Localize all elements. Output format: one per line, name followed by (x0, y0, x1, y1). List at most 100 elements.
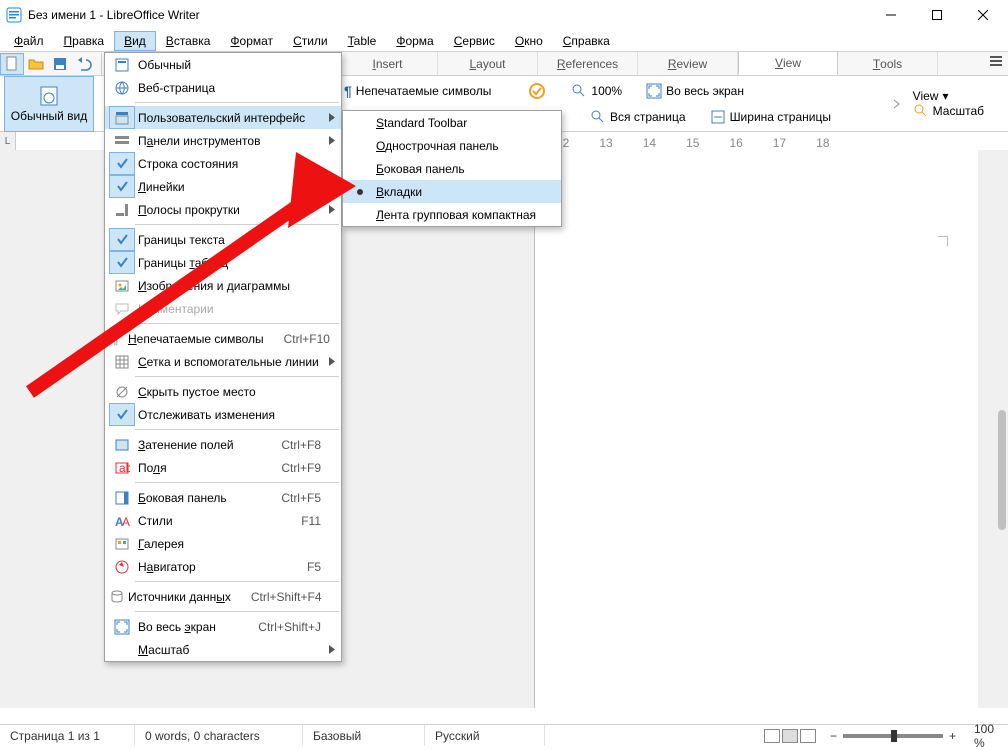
scrollbar-thumb[interactable] (998, 410, 1006, 530)
scale-button[interactable]: Масштаб (907, 103, 990, 119)
menuitem-линейки[interactable]: Линейки (105, 175, 341, 198)
ribbon-chevron-icon[interactable] (892, 76, 902, 132)
qat-save-button[interactable] (48, 53, 72, 75)
submenu-arrow-icon (329, 113, 335, 122)
normal-icon (114, 57, 130, 73)
submenu-arrow-icon (329, 136, 335, 145)
menu-table[interactable]: Table (338, 31, 387, 51)
tab-tools[interactable]: Tools (838, 52, 938, 75)
menuitem-во-весь-экран[interactable]: Во весь экранCtrl+Shift+J (105, 615, 341, 638)
vertical-scrollbar[interactable] (992, 150, 1008, 708)
submenu-arrow-icon (329, 205, 335, 214)
bullet-icon (356, 188, 364, 196)
tab-references[interactable]: References (538, 52, 638, 75)
check-icon (117, 158, 128, 169)
qat-new-button[interactable] (0, 53, 24, 75)
whole-page-button[interactable]: Вся страница (584, 109, 692, 125)
menuitem-источники-данных[interactable]: Источники данныхCtrl+Shift+F4 (105, 585, 341, 608)
check-icon (117, 257, 128, 268)
shade-icon (114, 437, 130, 453)
status-style[interactable]: Базовый (303, 725, 425, 746)
view-mode-icons[interactable] (764, 729, 816, 743)
menu-справка[interactable]: Справка (553, 31, 620, 51)
menuitem-галерея[interactable]: Галерея (105, 532, 341, 555)
ribbon-menu-icon[interactable] (988, 54, 1004, 71)
gallery-icon (114, 536, 130, 552)
img-icon (114, 278, 130, 294)
ruler-toggle[interactable]: L (0, 132, 16, 150)
document-page[interactable] (534, 150, 978, 708)
styles-icon: AA (114, 513, 130, 529)
menu-стили[interactable]: Стили (283, 31, 338, 51)
page-width-button[interactable]: Ширина страницы (704, 109, 837, 125)
menuitem-пользовательский-интерфейс[interactable]: Пользовательский интерфейс (105, 106, 341, 129)
menuitem-полосы-прокрутки[interactable]: Полосы прокрутки (105, 198, 341, 221)
ribbon-tabs: InsertLayoutReferencesReviewViewTools (338, 52, 938, 76)
submenu-arrow-icon (329, 645, 335, 654)
menuitem-границы-текста[interactable]: Границы текста (105, 228, 341, 251)
menuitem-обычный[interactable]: Обычный (105, 53, 341, 76)
side-icon (114, 490, 130, 506)
zoom-slider[interactable]: −+ (830, 729, 956, 743)
menu-вставка[interactable]: Вставка (156, 31, 221, 51)
qat-undo-button[interactable] (72, 53, 96, 75)
tab-insert[interactable]: Insert (338, 52, 438, 75)
close-button[interactable] (960, 0, 1006, 30)
minimize-button[interactable] (868, 0, 914, 30)
menuitem-стили[interactable]: AAСтилиF11 (105, 509, 341, 532)
nav-icon (114, 559, 130, 575)
svg-text:A: A (122, 515, 130, 529)
submenuitem-боковая-панель[interactable]: Боковая панель (343, 157, 561, 180)
submenuitem-вкладки[interactable]: Вкладки (343, 180, 561, 203)
menuitem-скрыть-пустое-место[interactable]: Скрыть пустое место (105, 380, 341, 403)
menuitem-границы-таблиц[interactable]: Границы таблиц (105, 251, 341, 274)
menu-правка[interactable]: Правка (54, 31, 115, 51)
maximize-button[interactable] (914, 0, 960, 30)
menu-вид[interactable]: Вид (114, 31, 156, 51)
submenuitem-лента-групповая-компактная[interactable]: Лента групповая компактная (343, 203, 561, 226)
menu-окно[interactable]: Окно (505, 31, 553, 51)
view-dropdown[interactable]: View▾ (907, 89, 990, 103)
menuitem-масштаб[interactable]: Масштаб (105, 638, 341, 661)
normal-view-label: Обычный вид (11, 109, 87, 123)
hide-icon (114, 384, 130, 400)
menuitem-поля[interactable]: abПоляCtrl+F9 (105, 456, 341, 479)
menuitem-отслеживать-изменения[interactable]: Отслеживать изменения (105, 403, 341, 426)
menuitem-боковая-панель[interactable]: Боковая панельCtrl+F5 (105, 486, 341, 509)
tab-layout[interactable]: Layout (438, 52, 538, 75)
menu-формат[interactable]: Формат (220, 31, 283, 51)
zoom-100-button[interactable]: 100% (565, 83, 628, 99)
menu-сервис[interactable]: Сервис (444, 31, 505, 51)
pilcrow-icon: ¶ (109, 331, 125, 347)
menuitem-веб-страница[interactable]: Веб-страница (105, 76, 341, 99)
normal-view-button[interactable]: Обычный вид (4, 76, 94, 132)
menuitem-строка-состояния[interactable]: Строка состояния (105, 152, 341, 175)
submenuitem-однострочная-панель[interactable]: Однострочная панель (343, 134, 561, 157)
scroll-icon (114, 202, 130, 218)
menuitem-затенение-полей[interactable]: Затенение полейCtrl+F8 (105, 433, 341, 456)
status-zoom[interactable]: 100 % (964, 725, 1008, 746)
qat-open-button[interactable] (24, 53, 48, 75)
highlight-icon[interactable] (527, 81, 547, 101)
field-icon: ab (114, 460, 130, 476)
svg-text:¶: ¶ (112, 333, 118, 347)
status-wordcount[interactable]: 0 words, 0 characters (135, 725, 303, 746)
window-title: Без имени 1 - LibreOffice Writer (28, 8, 868, 22)
menuitem-сетка-и-вспомогательные-линии[interactable]: Сетка и вспомогательные линии (105, 350, 341, 373)
full-icon (114, 619, 130, 635)
menu-форма[interactable]: Форма (386, 31, 443, 51)
tab-review[interactable]: Review (638, 52, 738, 75)
tab-view[interactable]: View (738, 52, 838, 75)
menuitem-панели-инструментов[interactable]: Панели инструментов (105, 129, 341, 152)
menuitem-изображения-и-диаграммы[interactable]: Изображения и диаграммы (105, 274, 341, 297)
submenuitem-standard-toolbar[interactable]: Standard Toolbar (343, 111, 561, 134)
menuitem-навигатор[interactable]: НавигаторF5 (105, 555, 341, 578)
fullscreen-button[interactable]: Во весь экран (640, 83, 750, 99)
wholepage-icon (590, 109, 606, 125)
menu-файл[interactable]: Файл (4, 31, 54, 51)
nonprinting-button[interactable]: ¶Непечатаемые символы (338, 83, 497, 99)
status-page[interactable]: Страница 1 из 1 (0, 725, 135, 746)
status-language[interactable]: Русский (425, 725, 545, 746)
menuitem-непечатаемые-символы[interactable]: ¶Непечатаемые символыCtrl+F10 (105, 327, 341, 350)
data-icon (109, 589, 125, 605)
